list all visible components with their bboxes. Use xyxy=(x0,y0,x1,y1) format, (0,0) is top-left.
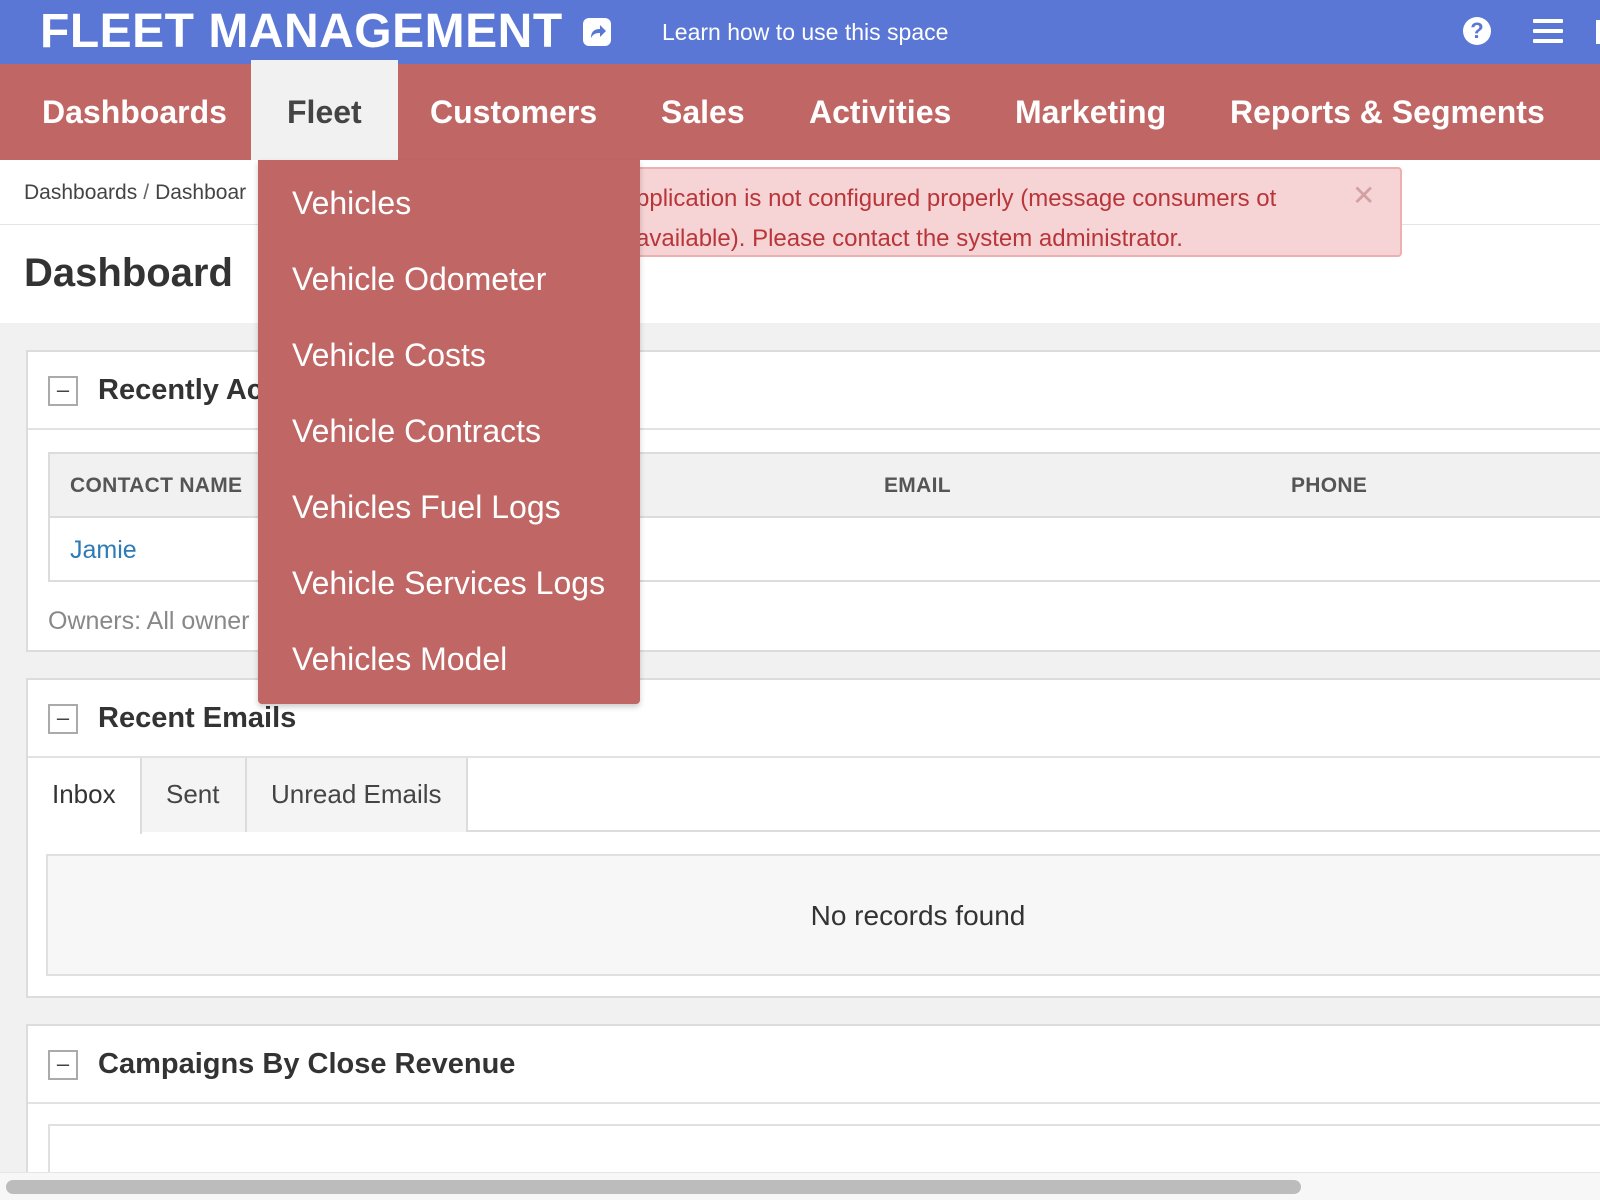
topbar-edge-mark xyxy=(1596,20,1600,44)
tab-inbox[interactable]: Inbox xyxy=(28,758,142,834)
tab-sent[interactable]: Sent xyxy=(142,758,247,832)
collapse-button[interactable]: – xyxy=(48,704,78,734)
app-title[interactable]: FLEET MANAGEMENT xyxy=(40,4,563,60)
scrollbar-thumb[interactable] xyxy=(6,1180,1301,1194)
campaigns-panel: – Campaigns By Close Revenue xyxy=(26,1024,1600,1184)
panel-title: Recently Ac xyxy=(98,374,263,406)
panel-title: Recent Emails xyxy=(98,702,297,734)
hamburger-icon[interactable] xyxy=(1533,19,1563,43)
email-tabs: Inbox Sent Unread Emails xyxy=(28,758,1600,834)
empty-state: No records found xyxy=(46,854,1600,976)
menu-item-vehicle-costs[interactable]: Vehicle Costs xyxy=(292,337,486,374)
nav-reports-segments[interactable]: Reports & Segments xyxy=(1230,64,1545,160)
column-phone[interactable]: PHONE xyxy=(1291,474,1367,498)
nav-fleet[interactable]: Fleet xyxy=(251,60,398,160)
column-email[interactable]: EMAIL xyxy=(884,474,951,498)
empty-message: No records found xyxy=(810,900,1026,931)
learn-link[interactable]: Learn how to use this space xyxy=(662,18,948,46)
main-nav: Dashboards Fleet Customers Sales Activit… xyxy=(0,60,1600,160)
panel-header: – Campaigns By Close Revenue xyxy=(28,1026,1600,1104)
menu-item-vehicles-fuel-logs[interactable]: Vehicles Fuel Logs xyxy=(292,489,561,526)
contact-link[interactable]: Jamie xyxy=(70,536,137,565)
close-icon[interactable]: ✕ xyxy=(1352,179,1375,212)
breadcrumb: Dashboards / Dashboar xyxy=(24,181,246,205)
nav-dashboards[interactable]: Dashboards xyxy=(42,64,227,160)
breadcrumb-current[interactable]: Dashboar xyxy=(155,181,246,204)
column-contact-name[interactable]: CONTACT NAME xyxy=(70,474,242,498)
menu-item-vehicle-contracts[interactable]: Vehicle Contracts xyxy=(292,413,541,450)
panel-title: Campaigns By Close Revenue xyxy=(98,1048,516,1080)
collapse-button[interactable]: – xyxy=(48,376,78,406)
menu-item-vehicles[interactable]: Vehicles xyxy=(292,185,411,222)
top-bar: FLEET MANAGEMENT Learn how to use this s… xyxy=(0,0,1600,64)
horizontal-scrollbar[interactable] xyxy=(0,1172,1600,1200)
nav-customers[interactable]: Customers xyxy=(430,64,597,160)
page-title: Dashboard xyxy=(24,251,233,295)
nav-activities[interactable]: Activities xyxy=(809,64,951,160)
breadcrumb-dashboards[interactable]: Dashboards xyxy=(24,181,137,204)
nav-sales[interactable]: Sales xyxy=(661,64,745,160)
breadcrumb-separator: / xyxy=(143,181,150,204)
owners-filter-text: Owners: All owner xyxy=(48,607,250,635)
tab-unread-emails[interactable]: Unread Emails xyxy=(247,758,468,832)
menu-item-vehicle-services-logs[interactable]: Vehicle Services Logs xyxy=(292,565,605,602)
collapse-button[interactable]: – xyxy=(48,1050,78,1080)
menu-item-vehicle-odometer[interactable]: Vehicle Odometer xyxy=(292,261,546,298)
menu-item-vehicles-model[interactable]: Vehicles Model xyxy=(292,641,507,678)
nav-marketing[interactable]: Marketing xyxy=(1015,64,1166,160)
fleet-dropdown-menu: Vehicles Vehicle Odometer Vehicle Costs … xyxy=(258,160,640,704)
share-icon[interactable] xyxy=(583,18,611,46)
recent-emails-panel: – Recent Emails Inbox Sent Unread Emails… xyxy=(26,678,1600,998)
alert-message: pplication is not configured properly (m… xyxy=(636,185,1277,252)
help-icon[interactable]: ? xyxy=(1463,17,1491,45)
error-alert: pplication is not configured properly (m… xyxy=(612,167,1402,257)
